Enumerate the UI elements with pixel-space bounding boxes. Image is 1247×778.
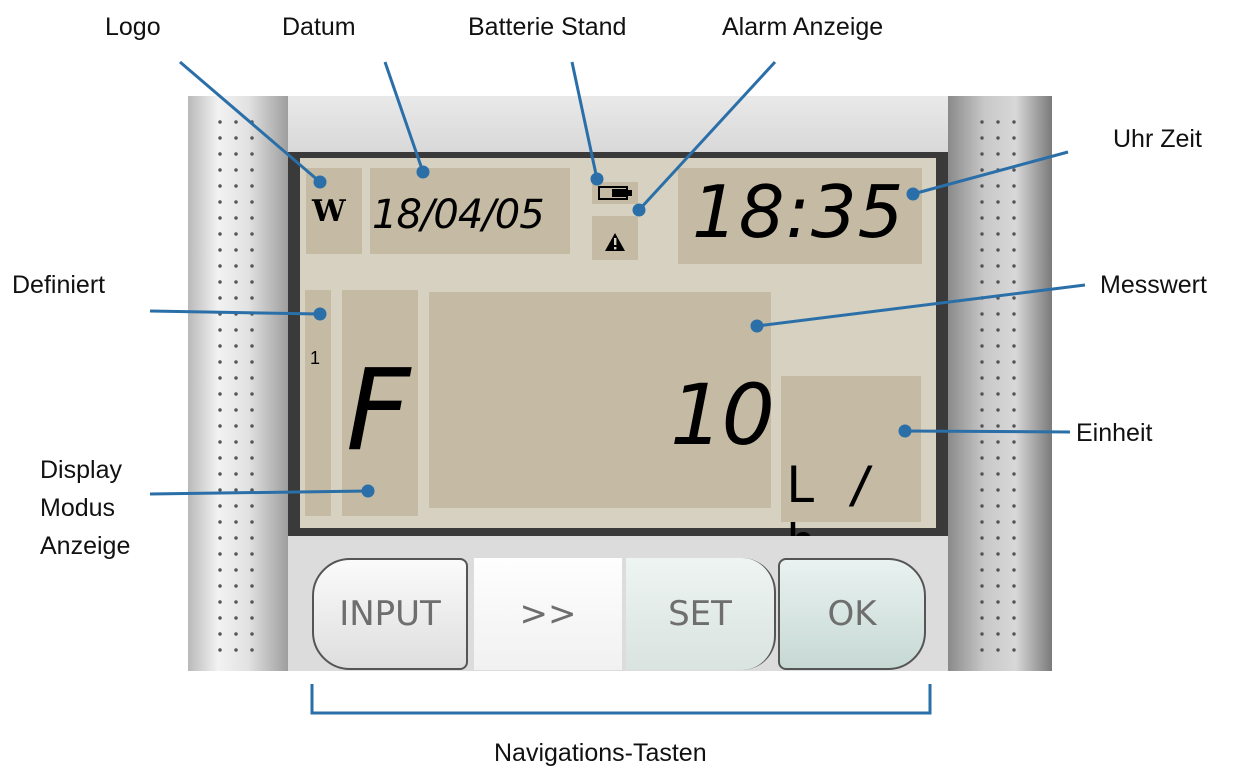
callout-line-einheit [904, 429, 1071, 434]
callout-lines [149, 60, 1086, 715]
callout-line-datum [383, 61, 425, 173]
callout-line-uhrzeit [912, 150, 1069, 196]
callout-line-alarm [637, 60, 777, 212]
navigation-bracket [310, 684, 932, 715]
callout-line-definiert [149, 309, 321, 316]
callout-line-batterie [570, 61, 599, 180]
callout-line-messwert [756, 283, 1086, 328]
callout-line-display-modus [149, 489, 369, 496]
callout-line-logo [179, 60, 321, 184]
